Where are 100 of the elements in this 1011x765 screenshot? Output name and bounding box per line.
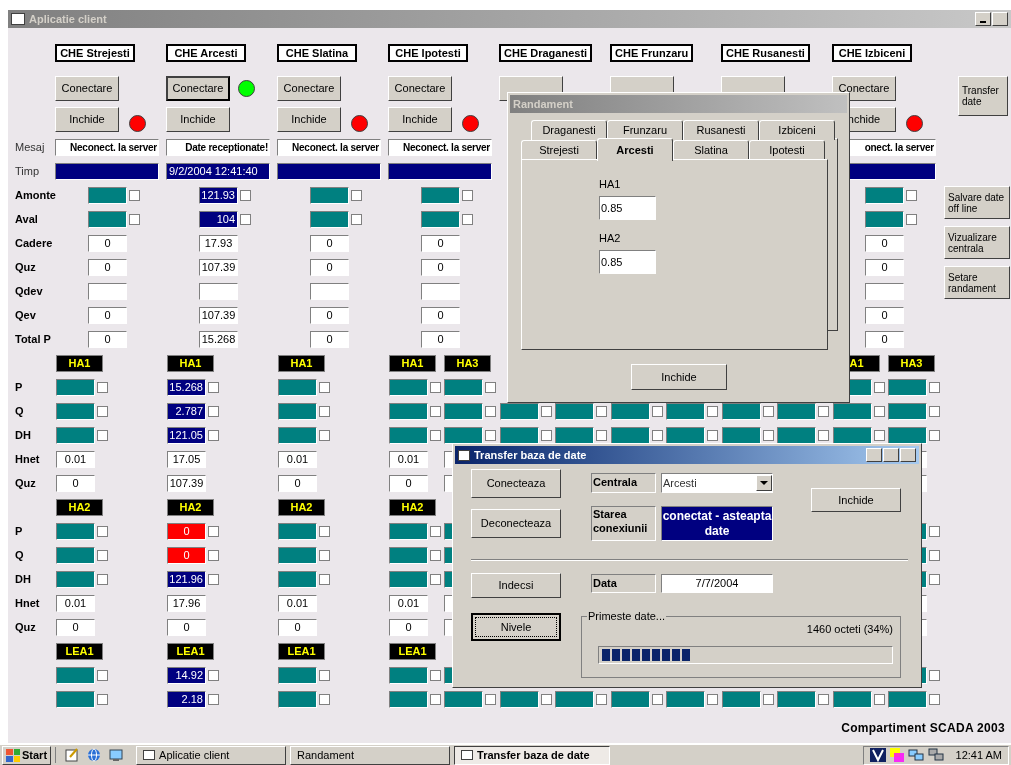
tab[interactable]: Draganesti	[531, 120, 607, 140]
value-field: 0.01	[278, 450, 317, 468]
field-label: Data	[591, 574, 656, 593]
window-title: Randament	[513, 96, 573, 112]
value-field: 0	[310, 234, 349, 252]
tab[interactable]: Arcesti	[597, 138, 673, 161]
value-field: 0	[865, 306, 904, 324]
unit-label: HA2	[278, 498, 325, 516]
time-field: 9/2/2004 12:41:40	[166, 162, 270, 180]
value-display: 104	[199, 210, 238, 228]
unit-label: HA1	[56, 354, 103, 372]
alarm-display: 0	[167, 546, 206, 564]
side-button[interactable]: Transfer date	[958, 76, 1008, 116]
tab[interactable]: Ipotesti	[749, 140, 825, 160]
row-label: Hnet	[15, 451, 40, 467]
side-button[interactable]: Salvare date off line	[944, 186, 1010, 219]
message-field: Neconect. la server	[277, 138, 381, 156]
row-label: DH	[15, 427, 31, 443]
value-field: 107.39	[199, 258, 238, 276]
unit-label: HA1	[167, 354, 214, 372]
unit-label: LEA1	[56, 642, 103, 660]
side-button[interactable]: Vizualizare centrala	[944, 226, 1010, 259]
progress-reading: 1460 octeti (34%)	[806, 622, 893, 637]
date-field[interactable]: 7/7/2004	[661, 574, 773, 593]
tab[interactable]: Rusanesti	[683, 120, 759, 140]
footer-text: Compartiment SCADA 2003	[841, 720, 1005, 737]
start-button[interactable]: Start	[2, 745, 52, 765]
input-field[interactable]: 0.85	[599, 250, 656, 274]
value-field: 0	[278, 618, 317, 636]
message-field: Neconect. la server	[55, 138, 159, 156]
taskbar-button[interactable]: Aplicatie client	[136, 745, 287, 765]
unit-label: HA1	[389, 354, 436, 372]
dialog-button[interactable]: Nivele	[471, 613, 561, 641]
tab[interactable]: Izbiceni	[759, 120, 835, 140]
station-dropdown[interactable]: Arcesti	[661, 473, 773, 493]
value-field: 0	[167, 618, 206, 636]
input-field[interactable]: 0.85	[599, 196, 656, 220]
alarm-display: 0	[167, 522, 206, 540]
value-display: 121.05	[167, 426, 206, 444]
unit-label: HA2	[389, 498, 436, 516]
close-button[interactable]: Inchide	[631, 364, 727, 390]
value-field: 0.01	[56, 450, 95, 468]
value-display: 121.93	[199, 186, 238, 204]
close-button[interactable]: Inchide	[811, 488, 901, 512]
unit-label: HA3	[444, 354, 491, 372]
clock: 12:41 AM	[955, 747, 1002, 763]
unit-label: HA3	[888, 354, 935, 372]
value-display: 2.787	[167, 402, 206, 420]
station-label: CHE Draganesti	[499, 44, 593, 62]
dialog-button[interactable]: Deconecteaza	[471, 509, 561, 538]
value-field: 107.39	[199, 306, 238, 324]
value-field: 0	[421, 258, 460, 276]
station-label: CHE Slatina	[277, 44, 357, 62]
close-button[interactable]: Inchide	[55, 107, 119, 132]
connect-button[interactable]: Conectare	[166, 76, 230, 101]
value-field: 0	[865, 330, 904, 348]
close-button[interactable]: Inchide	[166, 107, 230, 132]
dialog-button[interactable]: Conecteaza	[471, 469, 561, 498]
value-field: 17.96	[167, 594, 206, 612]
value-display: 2.18	[167, 690, 206, 708]
tab[interactable]: Strejesti	[521, 140, 597, 160]
value-field: 0	[310, 306, 349, 324]
value-field: 0	[310, 258, 349, 276]
station-label: CHE Frunzaru	[610, 44, 694, 62]
close-button[interactable]: Inchide	[277, 107, 341, 132]
row-label: DH	[15, 571, 31, 587]
station-label: CHE Ipotesti	[388, 44, 468, 62]
unit-label: LEA1	[167, 642, 214, 660]
side-button[interactable]: Setare randament	[944, 266, 1010, 299]
row-label: Qev	[15, 307, 36, 323]
tab[interactable]: Slatina	[673, 140, 749, 160]
field-label: Starea conexiunii	[591, 506, 656, 541]
row-label: Aval	[15, 211, 38, 227]
row-label: Hnet	[15, 595, 40, 611]
value-field: 0	[88, 306, 127, 324]
tab[interactable]: Frunzaru	[607, 120, 683, 140]
connection-status: conectat - asteapta date	[661, 506, 773, 541]
connect-button[interactable]: Conectare	[55, 76, 119, 101]
row-label: Amonte	[15, 187, 56, 203]
value-field: 0.01	[278, 594, 317, 612]
value-display: 15.268	[167, 378, 206, 396]
unit-label: HA2	[56, 498, 103, 516]
row-label: Q	[15, 403, 24, 419]
connect-button[interactable]: Conectare	[388, 76, 452, 101]
value-field: 0.01	[389, 450, 428, 468]
value-field: 0	[389, 474, 428, 492]
connect-button[interactable]: Conectare	[277, 76, 341, 101]
row-label: Mesaj	[15, 139, 45, 155]
value-field: 17.05	[167, 450, 206, 468]
close-button[interactable]: Inchide	[388, 107, 452, 132]
value-field: 15.268	[199, 330, 238, 348]
value-field: 0	[310, 330, 349, 348]
row-label: Quz	[15, 259, 36, 275]
unit-label: HA2	[167, 498, 214, 516]
taskbar-button[interactable]: Randament	[290, 745, 451, 765]
field-label: HA1	[599, 177, 622, 192]
dialog-button[interactable]: Indecsi	[471, 573, 561, 598]
row-label: Cadere	[15, 235, 53, 251]
taskbar-button[interactable]: Transfer baza de date	[454, 745, 611, 765]
window-title: Transfer baza de date	[474, 447, 587, 463]
